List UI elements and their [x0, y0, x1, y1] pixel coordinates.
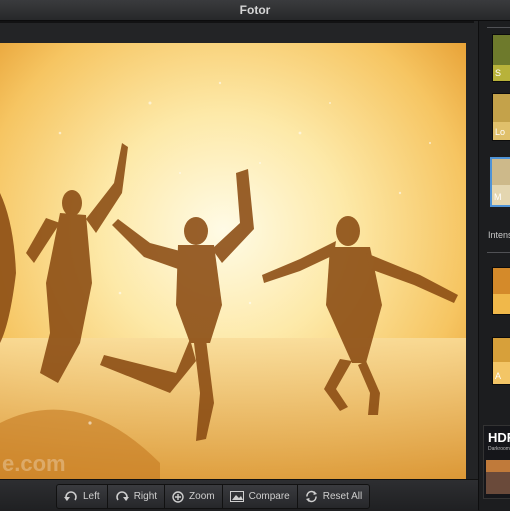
rotate-right-label: Right [133, 491, 158, 502]
watermark-text: e.com [2, 451, 66, 476]
editor-canvas: e.com [0, 21, 478, 489]
sidebar-separator [487, 27, 510, 28]
hdr-subtitle: Darkroom [488, 446, 510, 452]
canvas-divider [0, 21, 474, 23]
effects-sidebar: S Lo M Intens A HDR Darkroom [478, 21, 510, 510]
effect-thumb-3-selected[interactable]: M [490, 157, 510, 207]
window-title: Fotor [239, 3, 271, 17]
compare-icon [229, 491, 244, 502]
effect-thumb-5-label: A [495, 371, 502, 381]
zoom-label: Zoom [189, 491, 215, 502]
title-bar: Fotor [0, 0, 510, 21]
rotate-left-label: Left [83, 491, 100, 502]
reset-icon [305, 490, 317, 503]
effect-thumb-4[interactable] [492, 267, 510, 315]
rotate-left-icon [64, 490, 77, 501]
effect-thumb-2[interactable]: Lo [492, 93, 510, 141]
effect-thumb-5[interactable]: A [492, 337, 510, 385]
effect-thumb-2-label: Lo [495, 127, 506, 137]
compare-button[interactable]: Compare [223, 485, 298, 508]
bottom-toolbar: Left Right Zoom Compare Reset All [0, 479, 478, 511]
sidebar-separator [487, 252, 510, 253]
effect-thumb-1[interactable]: S [492, 34, 510, 82]
reset-all-label: Reset All [322, 491, 363, 502]
zoom-icon [172, 490, 184, 503]
effect-thumb-1-label: S [495, 68, 502, 78]
zoom-button[interactable]: Zoom [165, 485, 223, 508]
rotate-right-button[interactable]: Right [108, 485, 166, 508]
hdr-title: HDR [488, 430, 510, 445]
beach-photo [0, 43, 466, 489]
intensity-label: Intens [488, 230, 510, 240]
toolbar-button-group: Left Right Zoom Compare Reset All [56, 484, 371, 509]
hdr-promo-card[interactable]: HDR Darkroom [483, 425, 510, 499]
effect-thumb-4-image [493, 268, 510, 314]
photo-preview[interactable] [0, 43, 466, 489]
rotate-right-icon [115, 490, 129, 501]
rotate-left-button[interactable]: Left [57, 485, 108, 508]
compare-label: Compare [248, 491, 290, 502]
reset-all-button[interactable]: Reset All [298, 485, 369, 508]
effect-thumb-3-label: M [494, 192, 502, 202]
